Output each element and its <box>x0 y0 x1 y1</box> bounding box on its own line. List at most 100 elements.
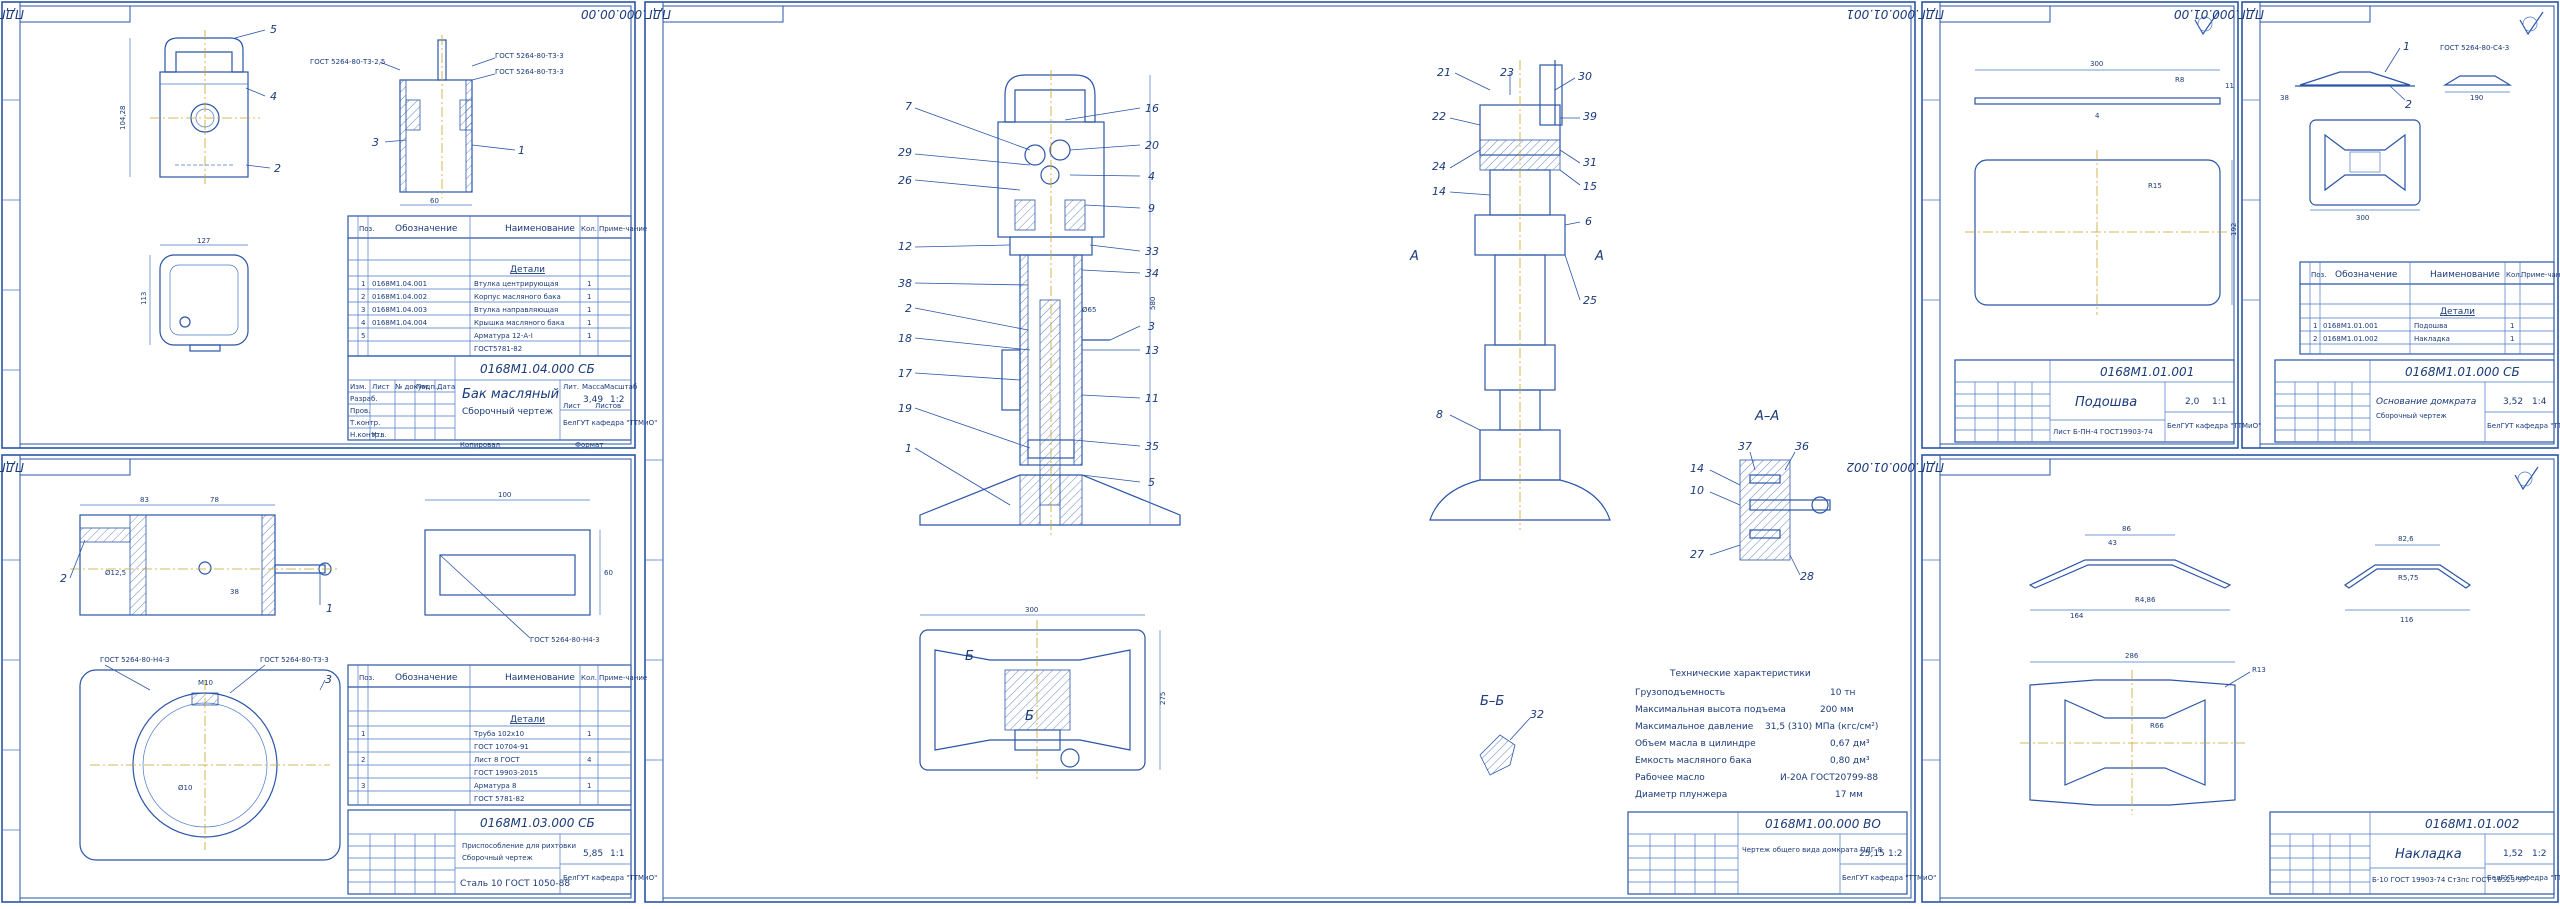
section-pos-36: 36 <box>1795 440 1809 453</box>
tank-bom-hdr-note: Приме-чание <box>599 225 647 233</box>
base-bom-hdr-code: Обозначение <box>2335 270 2398 280</box>
fixture-bom-rows: 1 Труба 102х10 1 ГОСТ 10704-91 2 Лист 8 … <box>361 730 592 803</box>
sole-dim-r15: R15 <box>2148 182 2162 190</box>
fixture-bom-row: 3 <box>361 782 365 790</box>
section-pos-10: 10 <box>1690 484 1704 497</box>
jack-pos-2: 2 <box>905 302 912 315</box>
section-mark-b-bottom: Б <box>1025 709 1034 724</box>
sole-dim-r8: R8 <box>2175 76 2184 84</box>
technical-specs: Технические характеристики Грузоподъемно… <box>1635 669 1878 800</box>
tank-pos-2: 2 <box>274 162 281 175</box>
assembly-drawing-code: 0168М1.00.000 ВО <box>1765 817 1881 831</box>
jack-pos-35: 35 <box>1145 440 1159 453</box>
sheet-plate: ПДГ.000.01.002 86 43 164 R4,86 82,6 R5,7… <box>1846 454 2560 903</box>
sole-corner-code: ПДГ.000.01.001 <box>1846 7 1944 21</box>
tank-pos-5: 5 <box>270 23 277 36</box>
fixture-side-view: 100 60 ГОСТ 5264-80-Н4-3 <box>424 491 613 644</box>
jack-pos-23: 23 <box>1500 66 1514 79</box>
base-bom-row: 0168М1.01.001 <box>2323 322 2378 330</box>
fixture-dim-d10: Ø10 <box>178 784 192 792</box>
fixture-bom-row: 1 <box>587 730 591 738</box>
jack-pos-26: 26 <box>898 174 912 187</box>
tb-label-izm: Изм. <box>350 383 366 391</box>
assembly-corner-code: ПДГ.000.00.00 <box>581 7 671 21</box>
jack-side-view: А А 21 23 30 22 39 24 31 15 14 6 25 8 <box>1409 60 1611 530</box>
tank-dim-top-width: 127 <box>197 237 210 245</box>
sole-drawing-title: Подошва <box>2075 395 2137 410</box>
jack-pos-25: 25 <box>1583 294 1597 307</box>
jack-pos-5: 5 <box>1148 476 1155 489</box>
tank-bom-row: 0168М1.04.004 <box>372 319 428 327</box>
base-bom-rows: 1 0168М1.01.001 Подошва 1 2 0168М1.01.00… <box>2313 322 2514 343</box>
plate-plan-view: 286 R13 R66 <box>2020 652 2266 815</box>
spec-label: Грузоподъемность <box>1635 688 1725 698</box>
base-bom-row: Накладка <box>2414 335 2450 343</box>
jack-pos-6: 6 <box>1585 215 1592 228</box>
jack-pos-33: 33 <box>1145 245 1159 258</box>
spec-label: Рабочее масло <box>1635 773 1705 783</box>
jack-pos-30: 30 <box>1578 70 1592 83</box>
base-scale: 1:4 <box>2532 397 2547 407</box>
tb-label-date: Дата <box>437 383 455 391</box>
jack-pos-4: 4 <box>1148 170 1155 183</box>
section-pos-28: 28 <box>1800 570 1814 583</box>
base-mass: 3,52 <box>2503 397 2523 407</box>
assembly-dim-275: 275 <box>1159 692 1167 705</box>
base-dim-38: 38 <box>2280 94 2289 102</box>
jack-front-section: 580 Ø65 7 29 26 12 38 2 18 17 19 1 16 20… <box>898 70 1181 535</box>
tank-top-view: 127 113 <box>140 237 249 352</box>
tank-bom-row: 4 <box>361 319 366 327</box>
fixture-corner-code: ПДГ.000.00.00.01 <box>0 460 24 474</box>
tank-bom-row: Втулка центрирующая <box>474 280 559 288</box>
plate-side-view: 82,6 R5,75 116 <box>2343 535 2472 624</box>
sheet-fixture: ПДГ.000.00.00.01 83 78 38 Ø12,5 2 1 100 <box>0 454 657 903</box>
tank-bom-table: Поз. Обозначение Наименование Кол. Приме… <box>347 215 647 357</box>
section-a-a-label: А–А <box>1754 409 1779 424</box>
fixture-bom-row: Арматура 8 <box>474 782 516 790</box>
tb-label-approved: Утв. <box>372 431 387 439</box>
fixture-dim-m10: М10 <box>198 679 213 687</box>
tb-label-copied: Копировал <box>460 441 500 449</box>
base-plan-view: 300 <box>2309 119 2421 222</box>
section-mark-a-left: А <box>1409 249 1419 264</box>
plate-dim-826: 82,6 <box>2398 535 2414 543</box>
fixture-bom-hdr-qty: Кол. <box>581 674 597 682</box>
tb-label-dev: Разраб. <box>350 395 378 403</box>
tank-bom-row: 1 <box>587 306 591 314</box>
base-drawing-subtitle: Сборочный чертеж <box>2376 412 2447 420</box>
tank-drawing-code: 0168М1.04.000 СБ <box>480 362 595 376</box>
plate-dept: БелГУТ кафедра "ТТМиО" <box>2487 874 2560 882</box>
spec-value: 0,67 дм³ <box>1830 739 1870 749</box>
tank-bom-row: 2 <box>361 293 365 301</box>
assembly-mass: 25,15 <box>1859 849 1885 859</box>
tank-bom-row: 5 <box>361 332 365 340</box>
base-bom-hdr-pos: Поз. <box>2311 271 2327 279</box>
base-pos-2: 2 <box>2405 98 2412 111</box>
sheet-tank: ПДГ.000.00.00.01 104,28 5 4 2 <box>0 1 657 449</box>
fixture-drawing-subtitle: Сборочный чертеж <box>462 854 533 862</box>
jack-pos-3: 3 <box>1148 320 1155 333</box>
fixture-mass: 5,85 <box>583 849 603 859</box>
jack-left-leaders: 7 29 26 12 38 2 18 17 19 1 <box>898 100 1031 506</box>
plate-dim-r486: R4,86 <box>2135 596 2156 604</box>
tank-bom-hdr-qty: Кол. <box>581 225 597 233</box>
sole-scale: 1:1 <box>2212 397 2226 407</box>
fixture-bom-hdr-name: Наименование <box>505 673 575 683</box>
base-bom-row: Подошва <box>2414 322 2448 330</box>
tank-bom-hdr-code: Обозначение <box>395 224 458 234</box>
fixture-drawing-title: Приспособление для рихтовки <box>462 842 576 850</box>
section-b-b: Б–Б 32 <box>1479 694 1544 776</box>
tank-pos-3: 3 <box>372 136 379 149</box>
section-pos-37: 37 <box>1738 440 1752 453</box>
base-bom-section: Детали <box>2440 307 2475 317</box>
fixture-scale: 1:1 <box>610 849 624 859</box>
tank-dept: БелГУТ кафедра "ТТМиО" <box>563 419 657 427</box>
fixture-dim-38: 38 <box>230 588 239 596</box>
plate-dim-86: 86 <box>2122 525 2131 533</box>
fixture-bom-row: Труба 102х10 <box>473 730 524 738</box>
base-drawing-code: 0168М1.01.000 СБ <box>2405 365 2520 379</box>
sole-dim-11: 11 <box>2225 82 2234 90</box>
fixture-drawing-code: 0168М1.03.000 СБ <box>480 816 595 830</box>
tank-bom-row: 0168М1.04.003 <box>372 306 427 314</box>
tank-note-3: ГОСТ 5264-80-Т3-3 <box>495 68 564 76</box>
